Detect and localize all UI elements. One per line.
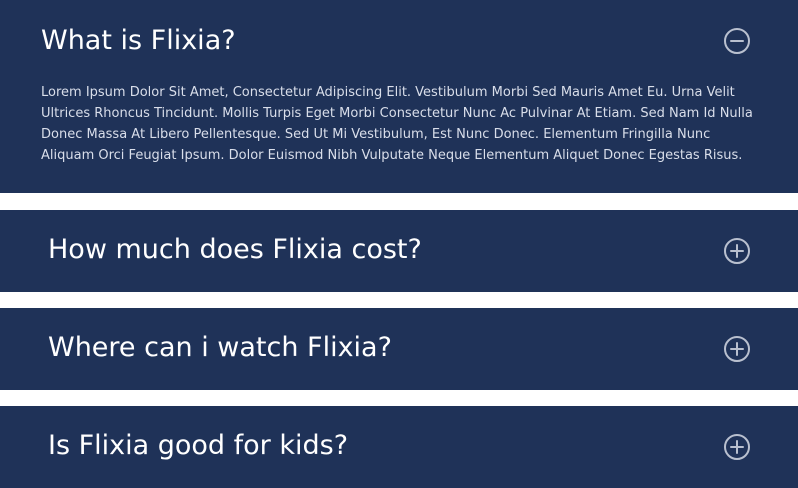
faq-item-where-to-watch: Where can i watch Flixia? — [0, 308, 798, 390]
faq-item-good-for-kids: Is Flixia good for kids? — [0, 406, 798, 488]
expand-toggle-button[interactable] — [723, 335, 751, 363]
faq-question[interactable]: Is Flixia good for kids? — [48, 430, 348, 462]
collapse-toggle-button[interactable] — [723, 27, 751, 55]
faq-accordion: What is Flixia? Lorem Ipsum Dolor Sit Am… — [0, 0, 798, 488]
expand-toggle-button[interactable] — [723, 237, 751, 265]
plus-circle-icon — [724, 336, 750, 362]
faq-item-cost: How much does Flixia cost? — [0, 210, 798, 292]
minus-circle-icon — [724, 28, 750, 54]
faq-question[interactable]: Where can i watch Flixia? — [48, 332, 392, 364]
plus-circle-icon — [724, 434, 750, 460]
faq-answer: Lorem Ipsum Dolor Sit Amet, Consectetur … — [41, 85, 753, 163]
expand-toggle-button[interactable] — [723, 433, 751, 461]
faq-question[interactable]: How much does Flixia cost? — [48, 234, 422, 266]
faq-question[interactable]: What is Flixia? — [41, 25, 236, 57]
plus-circle-icon — [724, 238, 750, 264]
faq-item-what-is-flixia: What is Flixia? Lorem Ipsum Dolor Sit Am… — [0, 0, 798, 193]
